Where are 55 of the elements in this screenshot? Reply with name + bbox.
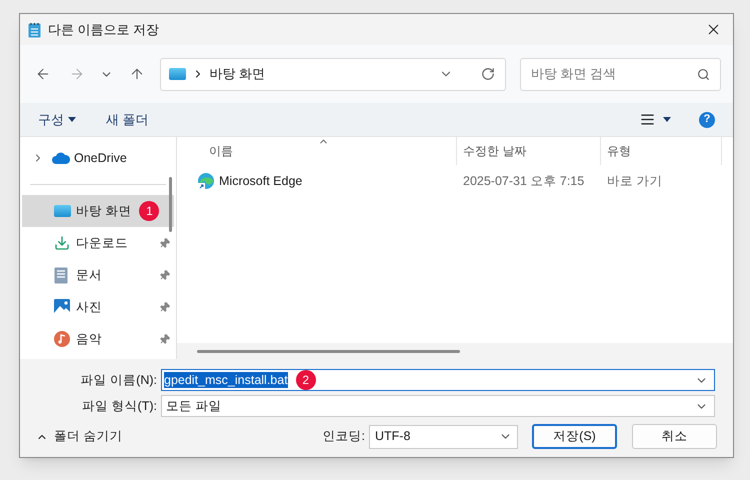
new-folder-button[interactable]: 새 폴더 (106, 110, 149, 130)
scrollbar-thumb[interactable] (197, 350, 460, 352)
search-placeholder: 바탕 화면 검색 (530, 65, 616, 84)
search-field[interactable]: 바탕 화면 검색 (520, 58, 721, 90)
scrollbar-thumb[interactable] (169, 177, 172, 232)
sidebar-label: 바탕 화면 (76, 202, 132, 220)
sidebar-label: 다운로드 (76, 234, 128, 252)
desktop-icon (54, 205, 71, 217)
document-icon (54, 266, 68, 284)
column-header[interactable]: 이름 (177, 137, 457, 165)
list-view-icon (640, 112, 655, 127)
sidebar-item[interactable]: 다운로드 (22, 227, 174, 259)
encoding-dropdown[interactable]: UTF-8 (369, 424, 518, 448)
number-badge: 2 (296, 370, 316, 390)
window-title: 다른 이름으로 저장 (48, 20, 160, 39)
filename-label: 파일 이름(N): (80, 372, 158, 389)
filename-value: gpedit_msc_install.bat (164, 372, 288, 388)
address-path: 바탕 화면 (210, 65, 266, 84)
download-icon (54, 235, 70, 251)
sidebar-label: 음악 (76, 330, 102, 348)
file-modified-date: 2025-07-31 오후 7:15 (462, 172, 586, 190)
music-icon (54, 331, 70, 347)
desktop-icon (168, 68, 186, 80)
edge-shortcut-icon (197, 172, 215, 190)
sidebar-item[interactable]: OneDrive (22, 142, 174, 174)
sidebar-item[interactable]: 문서 (22, 259, 174, 291)
refresh-icon (480, 67, 495, 81)
sidebar-label: 사진 (76, 298, 102, 316)
file-name[interactable]: Microsoft Edge (219, 172, 302, 190)
view-options-button[interactable] (640, 112, 671, 127)
address-bar[interactable]: 바탕 화면 (160, 58, 506, 90)
file-type: 바로 가기 (606, 172, 664, 190)
filename-field[interactable]: gpedit_msc_install.bat 2 (161, 369, 715, 391)
column-header[interactable]: 유형 (601, 137, 722, 165)
hide-folders-button[interactable]: 폴더 숨기기 (36, 427, 122, 446)
save-button[interactable]: 저장(S) (532, 424, 617, 449)
notepad-icon (28, 22, 41, 38)
filetype-dropdown[interactable]: 모든 파일 (161, 395, 715, 417)
encoding-label: 인코딩: (322, 428, 365, 446)
sidebar-label: 문서 (76, 266, 102, 284)
sidebar-item[interactable]: 음악 (22, 323, 174, 355)
filetype-label: 파일 형식(T): (81, 398, 158, 415)
number-badge: 1 (139, 201, 160, 221)
cloud-icon (52, 152, 70, 164)
organize-button[interactable]: 구성 (38, 110, 76, 130)
sidebar-label: OneDrive (74, 150, 127, 167)
cancel-button[interactable]: 취소 (632, 424, 717, 449)
sidebar-item[interactable]: 사진 (22, 291, 174, 323)
caret-icon (663, 117, 671, 122)
sidebar-item[interactable]: 바탕 화면 1 (22, 195, 174, 227)
help-button[interactable]: ? (699, 112, 715, 128)
column-header[interactable]: 수정한 날짜 (457, 137, 601, 165)
picture-icon (54, 299, 70, 315)
caret-icon (68, 117, 76, 122)
search-icon (697, 68, 710, 80)
